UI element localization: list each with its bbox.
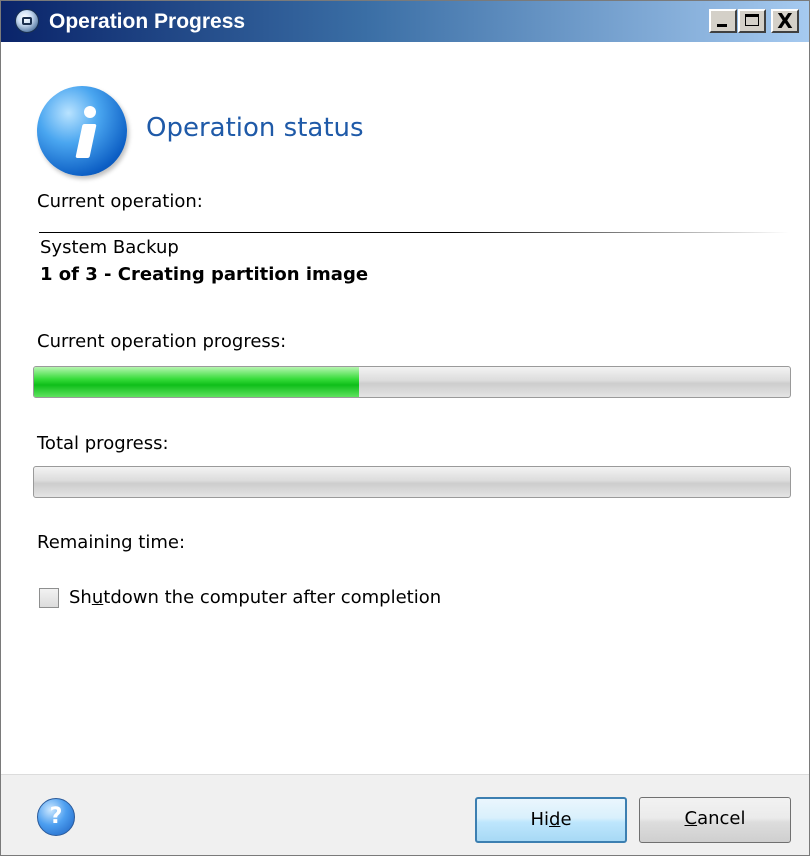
remaining-time-label: Remaining time:	[37, 532, 186, 553]
current-progress-fill	[34, 367, 360, 397]
title-bar[interactable]: Operation Progress X	[1, 1, 809, 42]
operation-step: 1 of 3 - Creating partition image	[40, 264, 369, 285]
page-title: Operation status	[146, 113, 364, 143]
current-operation-label: Current operation:	[37, 191, 203, 212]
app-icon[interactable]	[15, 9, 39, 33]
footer: ? Hide Cancel	[1, 774, 809, 855]
help-icon[interactable]: ?	[37, 798, 75, 836]
hide-button[interactable]: Hide	[475, 797, 627, 843]
maximize-icon[interactable]	[738, 9, 766, 33]
shutdown-checkbox-label[interactable]: Shutdown the computer after completion	[69, 587, 441, 608]
operation-name: System Backup	[40, 237, 179, 258]
close-icon[interactable]: X	[771, 9, 799, 33]
operation-progress-window: Operation Progress X Operation status Cu…	[0, 0, 810, 856]
minimize-icon[interactable]	[709, 9, 737, 33]
total-progress-label: Total progress:	[37, 433, 169, 454]
shutdown-checkbox[interactable]	[39, 588, 59, 608]
window-title: Operation Progress	[49, 10, 246, 33]
current-progress-label: Current operation progress:	[37, 331, 287, 352]
cancel-button[interactable]: Cancel	[639, 797, 791, 843]
total-progress-bar	[33, 466, 791, 498]
info-icon	[37, 86, 127, 176]
divider	[39, 232, 789, 233]
close-glyph: X	[777, 9, 793, 33]
current-progress-bar	[33, 366, 791, 398]
